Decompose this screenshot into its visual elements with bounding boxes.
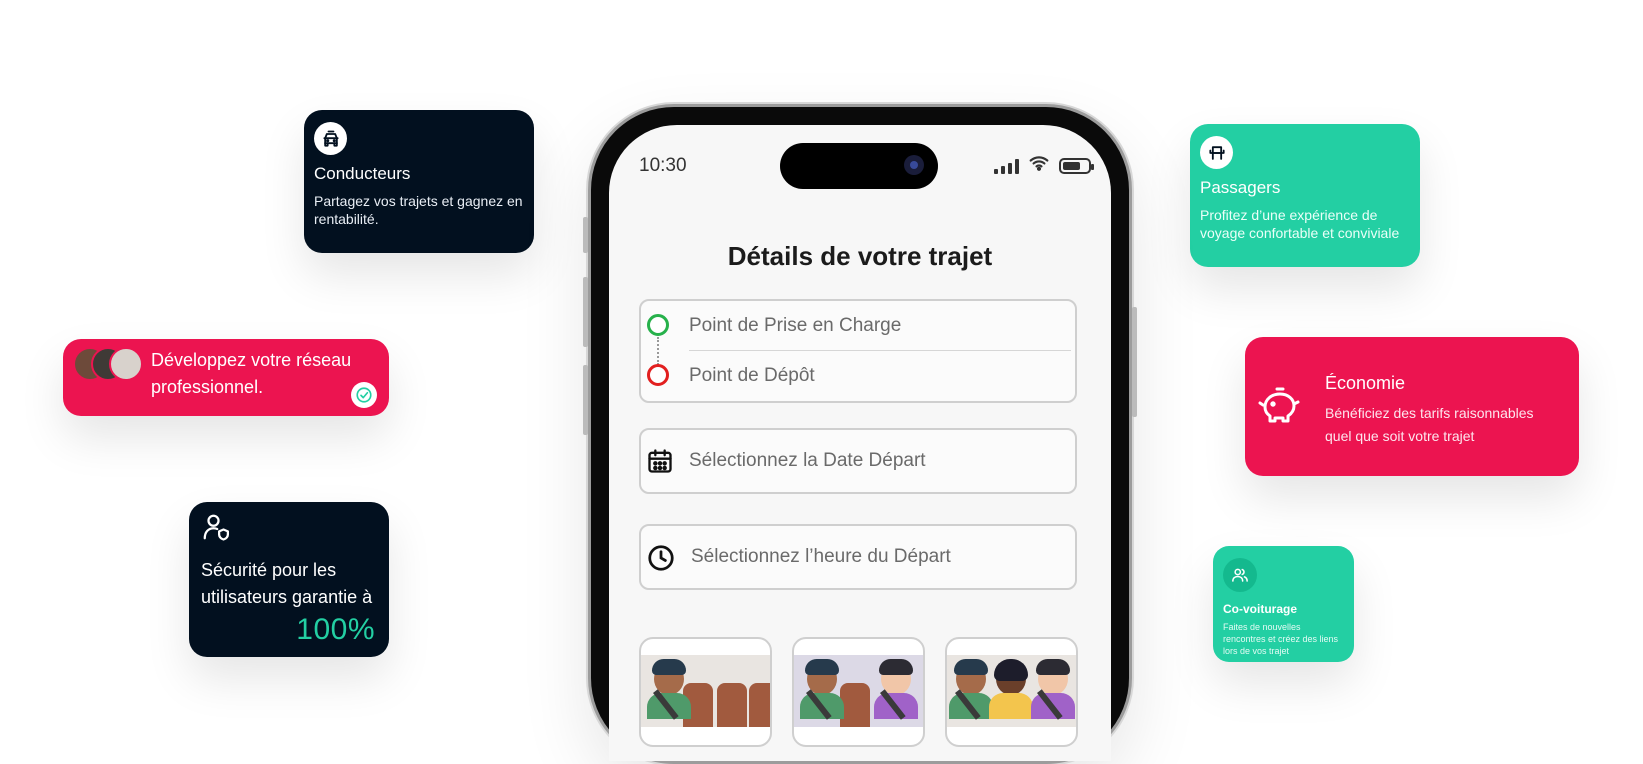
battery-icon [1059,157,1094,174]
clock-icon [646,543,676,573]
phone-mockup: 10:30 Détails de votre trajet Point de P… [583,104,1137,764]
conducteurs-text: Partagez vos trajets et gagnez en rentab… [314,193,523,227]
route-input-group: Point de Prise en Charge Point de Dépôt [639,299,1077,403]
car-interior-illustration [947,655,1076,727]
covoiturage-text: Faites de nouvelles rencontres et créez … [1223,622,1339,656]
covoiturage-card: Co-voiturage Faites de nouvelles rencont… [1213,546,1354,662]
passagers-text: Profitez d’une expérience de voyage conf… [1200,207,1400,241]
seat-option-three-passengers[interactable] [945,637,1078,747]
pickup-field[interactable]: Point de Prise en Charge [641,301,1075,351]
seat-option-one-passenger[interactable] [639,637,772,747]
reseau-card: Développez votre réseau professionnel. [63,339,389,416]
economie-title: Économie [1325,373,1406,393]
phone-side-button [583,365,588,435]
phone-side-button [583,277,588,347]
check-circle-icon [351,382,377,408]
phone-side-button [583,217,588,253]
covoiturage-title: Co-voiturage [1223,602,1298,616]
dropoff-marker-icon [647,364,669,386]
camera-icon [904,155,924,175]
securite-card: Sécurité pour les utilisateurs garantie … [189,502,389,657]
passagers-card: Passagers Profitez d’une expérience de v… [1190,124,1420,267]
users-icon [1223,558,1257,592]
departure-time-field[interactable]: Sélectionnez l’heure du Départ [639,524,1077,590]
phone-screen: 10:30 Détails de votre trajet Point de P… [609,125,1111,761]
status-bar [994,155,1094,176]
securite-percent: 100% [296,613,375,646]
pickup-marker-icon [647,314,669,336]
avatar [109,347,143,381]
pickup-placeholder: Point de Prise en Charge [689,315,902,336]
departure-time-placeholder: Sélectionnez l’heure du Départ [691,546,951,567]
conducteurs-title: Conducteurs [314,164,411,183]
seat-icon [1200,136,1233,169]
securite-text: Sécurité pour les utilisateurs garantie … [201,560,373,607]
seat-option-list [639,637,1078,747]
phone-side-button [1132,307,1137,417]
car-icon [314,122,347,155]
avatar-group [73,347,147,381]
departure-date-placeholder: Sélectionnez la Date Départ [689,450,926,471]
status-time: 10:30 [639,155,687,176]
seat-option-two-passengers[interactable] [792,637,925,747]
piggy-bank-icon [1257,385,1301,425]
dropoff-field[interactable]: Point de Dépôt [641,351,1075,401]
dropoff-placeholder: Point de Dépôt [689,365,815,386]
economie-card: Économie Bénéficiez des tarifs raisonnab… [1245,337,1579,476]
car-interior-illustration [794,655,923,727]
economie-text: Bénéficiez des tarifs raisonnables quel … [1325,405,1534,444]
signal-icon [994,158,1019,174]
passagers-title: Passagers [1200,178,1281,197]
car-interior-illustration [641,655,770,727]
reseau-text: Développez votre réseau professionnel. [151,350,352,397]
conducteurs-card: Conducteurs Partagez vos trajets et gagn… [304,110,534,253]
wifi-icon [1029,155,1049,176]
calendar-icon [646,447,676,477]
page-title: Détails de votre trajet [727,241,993,271]
dynamic-island [780,143,938,189]
user-shield-icon [201,512,377,547]
departure-date-field[interactable]: Sélectionnez la Date Départ [639,428,1077,494]
